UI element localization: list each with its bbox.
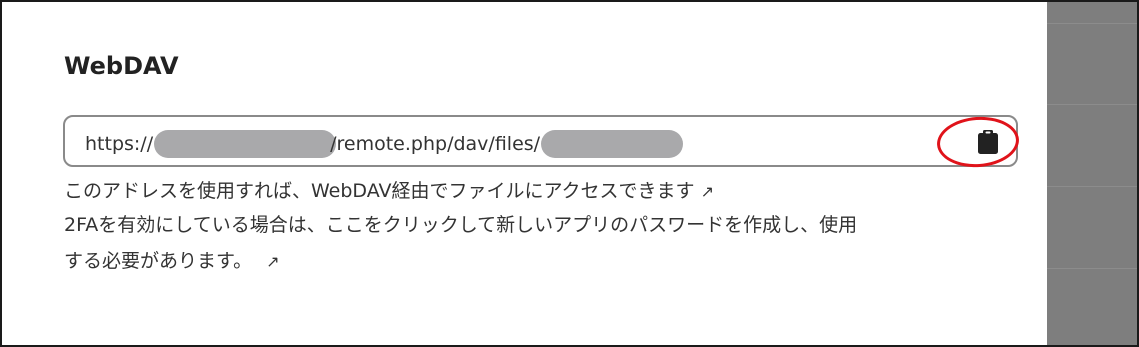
webdav-settings-panel: WebDAV https:// /remote.php/dav/files/ こ…	[0, 0, 1047, 347]
webdav-url-field[interactable]: https:// /remote.php/dav/files/	[63, 115, 1018, 167]
url-prefix: https://	[85, 133, 154, 155]
modal-backdrop	[1047, 0, 1139, 347]
clipboard-icon	[978, 130, 998, 154]
redacted-host	[154, 130, 337, 158]
twofa-hint-line2[interactable]: する必要があります。 ↗	[64, 246, 280, 273]
twofa-hint-line1[interactable]: 2FAを有効にしている場合は、ここをクリックして新しいアプリのパスワードを作成し…	[64, 210, 857, 237]
url-middle: /remote.php/dav/files/	[330, 133, 541, 155]
twofa-hint-text-2[interactable]: する必要があります。	[64, 250, 252, 272]
webdav-hint-link[interactable]: このアドレスを使用すれば、WebDAV経由でファイルにアクセスできます ↗	[64, 176, 714, 203]
section-title: WebDAV	[64, 52, 179, 80]
copy-url-button[interactable]	[971, 125, 1005, 159]
external-link-icon: ↗	[266, 252, 280, 271]
webdav-url-text[interactable]: https:// /remote.php/dav/files/	[85, 130, 684, 158]
external-link-icon: ↗	[700, 182, 714, 201]
webdav-hint-text[interactable]: このアドレスを使用すれば、WebDAV経由でファイルにアクセスできます	[64, 180, 695, 202]
redacted-username	[541, 130, 684, 158]
twofa-hint-text-1[interactable]: 2FAを有効にしている場合は、ここをクリックして新しいアプリのパスワードを作成し…	[64, 214, 857, 236]
